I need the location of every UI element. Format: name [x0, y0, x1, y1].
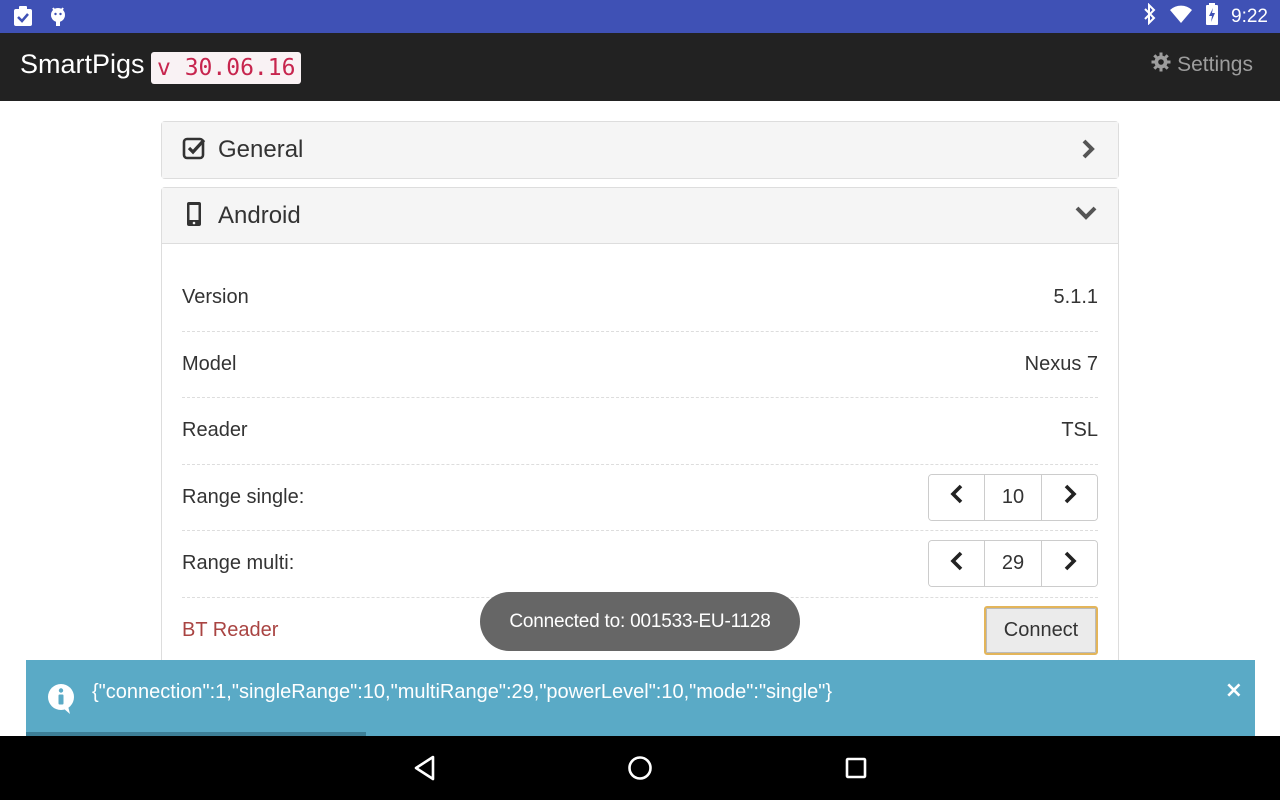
gear-icon [1151, 52, 1171, 78]
chevron-right-icon [1063, 551, 1077, 577]
general-panel-title: General [218, 136, 304, 163]
close-icon[interactable]: × [1225, 678, 1243, 703]
chevron-left-icon [949, 551, 964, 577]
general-panel: General [161, 121, 1119, 179]
reader-row: Reader TSL [182, 398, 1098, 465]
model-row: Model Nexus 7 [182, 332, 1098, 398]
recents-icon[interactable] [843, 754, 869, 786]
wifi-icon [1169, 4, 1193, 29]
range-multi-value[interactable]: 29 [984, 541, 1042, 587]
back-icon[interactable] [412, 754, 438, 786]
range-multi-stepper: 29 [928, 540, 1098, 588]
bt-reader-label: BT Reader [182, 619, 279, 642]
android-panel-header[interactable]: Android [162, 188, 1118, 244]
range-multi-row: Range multi: 29 [182, 531, 1098, 598]
app-bar: SmartPigs v 30.06.16 Settings [0, 33, 1280, 101]
range-single-stepper: 10 [928, 473, 1098, 521]
checkbox-checked-icon [182, 136, 206, 164]
settings-button[interactable]: Settings [1151, 52, 1253, 78]
range-single-value[interactable]: 10 [984, 474, 1042, 520]
row-value: Nexus 7 [1024, 352, 1098, 375]
range-single-decrement-button[interactable] [929, 474, 984, 520]
version-badge: v 30.06.16 [151, 52, 302, 84]
battery-charging-icon [1205, 3, 1219, 30]
info-icon [46, 682, 76, 720]
range-multi-decrement-button[interactable] [929, 541, 984, 587]
home-icon[interactable] [627, 754, 653, 786]
notification-text: {"connection":1,"singleRange":10,"multiR… [92, 681, 833, 703]
general-panel-header[interactable]: General [162, 122, 1118, 178]
range-single-row: Range single: 10 [182, 465, 1098, 531]
settings-label: Settings [1177, 53, 1253, 76]
clock-time: 9:22 [1231, 5, 1268, 27]
chevron-down-icon [1074, 205, 1098, 225]
row-label: Range single: [182, 485, 305, 508]
chevron-right-icon [1080, 138, 1096, 164]
status-bar: 9:22 [0, 0, 1280, 33]
chevron-right-icon [1063, 484, 1077, 510]
row-label: Model [182, 352, 237, 375]
navigation-bar [0, 736, 1280, 800]
row-label: Range multi: [182, 552, 295, 575]
android-debug-icon [48, 5, 68, 31]
info-notification: {"connection":1,"singleRange":10,"multiR… [26, 660, 1255, 736]
mobile-phone-icon [182, 201, 206, 231]
range-multi-increment-button[interactable] [1042, 541, 1097, 587]
row-value: TSL [1061, 419, 1098, 442]
bluetooth-icon [1143, 2, 1157, 30]
app-title: SmartPigs [20, 49, 145, 79]
toast-message: Connected to: 001533-EU-1128 [480, 592, 800, 651]
row-value: 5.1.1 [1053, 286, 1098, 309]
android-panel-title: Android [218, 201, 301, 229]
row-label: Reader [182, 419, 248, 442]
connect-button[interactable]: Connect [984, 606, 1098, 656]
clipboard-check-icon [12, 5, 34, 31]
range-single-increment-button[interactable] [1042, 474, 1097, 520]
row-label: Version [182, 286, 249, 309]
version-row: Version 5.1.1 [182, 265, 1098, 332]
chevron-left-icon [949, 484, 964, 510]
